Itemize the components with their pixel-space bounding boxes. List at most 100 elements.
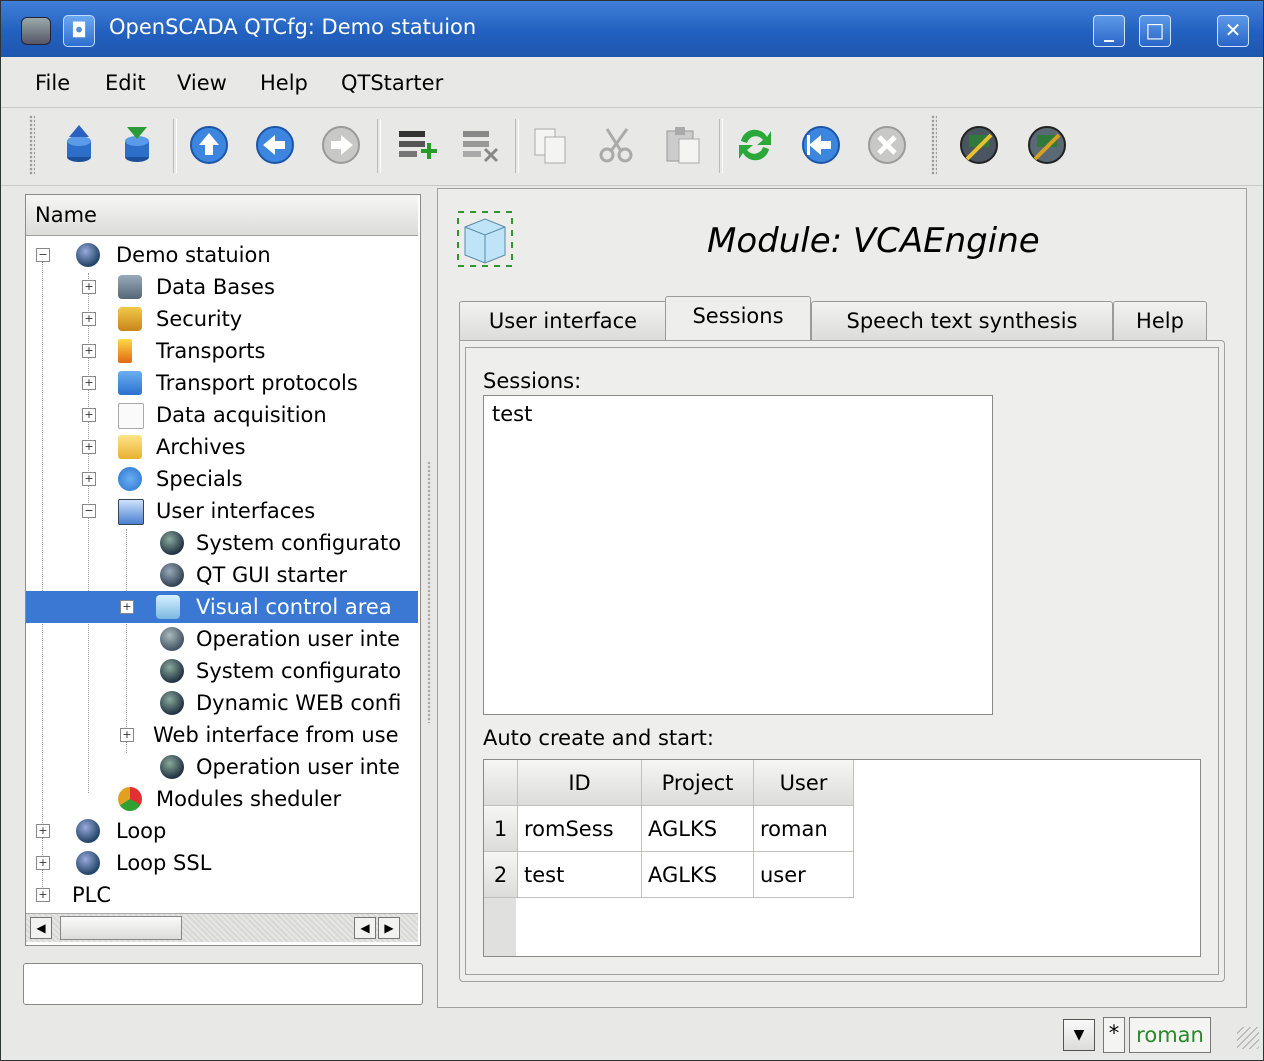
splitter-handle[interactable] bbox=[427, 461, 431, 723]
db-load-icon[interactable] bbox=[57, 123, 101, 167]
stop-icon[interactable] bbox=[865, 123, 909, 167]
tree-item-dynamic-web-configurator[interactable]: Dynamic WEB confi bbox=[26, 687, 418, 719]
tree-item-transports[interactable]: + Transports bbox=[26, 335, 418, 367]
tree-item-plc[interactable]: + PLC bbox=[26, 879, 418, 911]
refresh-icon[interactable] bbox=[733, 123, 777, 167]
tree-item-user-interfaces[interactable]: − User interfaces bbox=[26, 495, 418, 527]
sessions-list[interactable]: test bbox=[483, 395, 993, 715]
tab-user-interface[interactable]: User interface bbox=[459, 301, 667, 340]
row-header[interactable]: 2 bbox=[484, 852, 518, 898]
tree-item-label: QT GUI starter bbox=[196, 563, 348, 587]
tree-item-archives[interactable]: + Archives bbox=[26, 431, 418, 463]
tree-item-web-interface-from-user[interactable]: + Web interface from use bbox=[26, 719, 418, 751]
tree-item-visual-control-area[interactable]: + Visual control area bbox=[26, 591, 418, 623]
expand-icon[interactable]: + bbox=[120, 600, 134, 614]
tree-item-loop[interactable]: + Loop bbox=[26, 815, 418, 847]
tree-item-data-bases[interactable]: + Data Bases bbox=[26, 271, 418, 303]
up-icon[interactable] bbox=[187, 123, 231, 167]
system-config-icon[interactable] bbox=[957, 123, 1001, 167]
tree-item-specials[interactable]: + Specials bbox=[26, 463, 418, 495]
window-title: OpenSCADA QTCfg: Demo statuion bbox=[109, 15, 477, 39]
window-menu-icon[interactable]: ◘ bbox=[63, 15, 95, 47]
scroll-left-icon[interactable]: ◀ bbox=[354, 917, 376, 939]
menu-view[interactable]: View bbox=[177, 71, 227, 95]
maximize-icon[interactable]: □ bbox=[1139, 15, 1171, 47]
tree-item-operation-user-interface[interactable]: Operation user inte bbox=[26, 623, 418, 655]
dropdown-icon[interactable]: ▼ bbox=[1063, 1019, 1095, 1051]
app-icon[interactable] bbox=[21, 17, 51, 45]
user-indicator[interactable]: roman bbox=[1129, 1017, 1211, 1053]
table-cell-id[interactable]: romSess bbox=[518, 806, 642, 852]
tree-item-security[interactable]: + Security bbox=[26, 303, 418, 335]
tab-speech-text-synthesis[interactable]: Speech text synthesis bbox=[811, 301, 1113, 340]
toolbar-grip[interactable] bbox=[931, 115, 937, 175]
collapse-icon[interactable]: − bbox=[82, 504, 96, 518]
table-cell-project[interactable]: AGLKS bbox=[642, 806, 754, 852]
close-icon[interactable]: ✕ bbox=[1217, 15, 1249, 47]
tree-item-label: Operation user inte bbox=[196, 627, 400, 651]
menu-help[interactable]: Help bbox=[260, 71, 308, 95]
tree-item-label: System configurato bbox=[196, 531, 402, 555]
tree-item-loop-ssl[interactable]: + Loop SSL bbox=[26, 847, 418, 879]
expand-icon[interactable]: + bbox=[36, 856, 50, 870]
expand-icon[interactable]: + bbox=[36, 888, 50, 902]
scroll-right-icon[interactable]: ▶ bbox=[378, 917, 400, 939]
menu-file[interactable]: File bbox=[35, 71, 70, 95]
expand-icon[interactable]: + bbox=[82, 408, 96, 422]
tree-item-data-acquisition[interactable]: + Data acquisition bbox=[26, 399, 418, 431]
tab-help[interactable]: Help bbox=[1113, 301, 1207, 340]
start-icon[interactable] bbox=[799, 123, 843, 167]
cut-icon[interactable] bbox=[595, 123, 639, 167]
expand-icon[interactable]: + bbox=[82, 280, 96, 294]
scroll-thumb[interactable] bbox=[60, 916, 182, 940]
copy-icon[interactable] bbox=[529, 123, 573, 167]
table-cell-user[interactable]: user bbox=[754, 852, 854, 898]
table-cell-project[interactable]: AGLKS bbox=[642, 852, 754, 898]
db-save-icon[interactable] bbox=[115, 123, 159, 167]
table-cell-user[interactable]: roman bbox=[754, 806, 854, 852]
toolbar-grip[interactable] bbox=[29, 115, 35, 175]
tree-item-system-configurator-web[interactable]: System configurato bbox=[26, 655, 418, 687]
tree-horizontal-scrollbar[interactable]: ◀ ◀ ▶ bbox=[26, 913, 418, 942]
column-header-id[interactable]: ID bbox=[518, 760, 642, 806]
list-item[interactable]: test bbox=[492, 402, 532, 426]
add-item-icon[interactable] bbox=[393, 123, 437, 167]
tab-sessions[interactable]: Sessions bbox=[665, 296, 811, 341]
expand-icon[interactable]: + bbox=[82, 376, 96, 390]
expand-icon[interactable]: + bbox=[82, 440, 96, 454]
tree-item-transport-protocols[interactable]: + Transport protocols bbox=[26, 367, 418, 399]
expand-icon[interactable]: + bbox=[82, 344, 96, 358]
scroll-left-icon[interactable]: ◀ bbox=[30, 917, 52, 939]
tree-item-label: Visual control area bbox=[196, 595, 392, 619]
row-header[interactable]: 1 bbox=[484, 806, 518, 852]
auto-start-table[interactable]: ID Project User 1 romSess AGLKS roman 2 … bbox=[483, 759, 1201, 957]
expand-icon[interactable]: + bbox=[82, 472, 96, 486]
table-cell-id[interactable]: test bbox=[518, 852, 642, 898]
column-header-user[interactable]: User bbox=[754, 760, 854, 806]
tree-header[interactable]: Name bbox=[26, 195, 418, 236]
resize-grip[interactable] bbox=[1237, 1027, 1259, 1049]
menu-edit[interactable]: Edit bbox=[105, 71, 146, 95]
tree-item-demo-statuion[interactable]: − Demo statuion bbox=[26, 239, 418, 271]
tree-item-modules-sheduler[interactable]: Modules sheduler bbox=[26, 783, 418, 815]
operation-ui-icon[interactable] bbox=[1025, 123, 1069, 167]
paste-icon[interactable] bbox=[661, 123, 705, 167]
collapse-icon[interactable]: − bbox=[36, 248, 50, 262]
minimize-icon[interactable]: _ bbox=[1093, 15, 1125, 47]
tree-item-qt-gui-starter[interactable]: QT GUI starter bbox=[26, 559, 418, 591]
expand-icon[interactable]: + bbox=[36, 824, 50, 838]
system-config-icon bbox=[160, 531, 184, 555]
expand-icon[interactable]: + bbox=[82, 312, 96, 326]
back-icon[interactable] bbox=[253, 123, 297, 167]
table-corner[interactable] bbox=[484, 760, 518, 806]
column-header-project[interactable]: Project bbox=[642, 760, 754, 806]
tree-view[interactable]: − Demo statuion + Data Bases + Security … bbox=[26, 239, 418, 911]
tree-item-system-configurator[interactable]: System configurato bbox=[26, 527, 418, 559]
tree-item-operation-user-interface-web[interactable]: Operation user inte bbox=[26, 751, 418, 783]
tree-filter-input[interactable] bbox=[23, 963, 423, 1005]
delete-item-icon[interactable] bbox=[457, 123, 501, 167]
tree-item-label: Loop bbox=[116, 819, 167, 843]
forward-icon[interactable] bbox=[319, 123, 363, 167]
expand-icon[interactable]: + bbox=[120, 728, 134, 742]
menu-qtstarter[interactable]: QTStarter bbox=[341, 71, 443, 95]
